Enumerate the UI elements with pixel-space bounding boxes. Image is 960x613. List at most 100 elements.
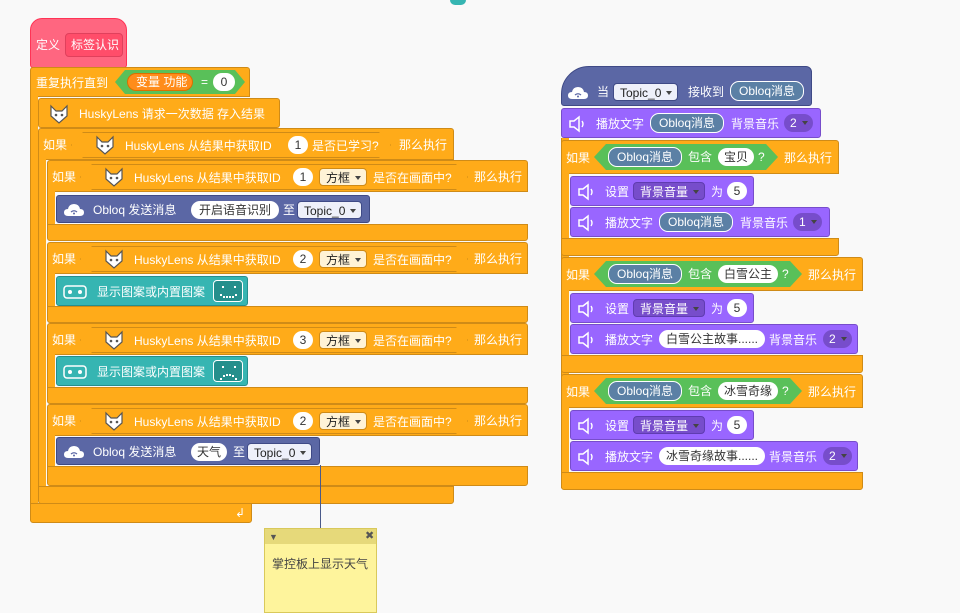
- repeat-until-block[interactable]: 重复执行直到 变量 功能 = 0: [30, 67, 250, 97]
- keyword-input[interactable]: 宝贝: [718, 148, 754, 166]
- if-label: 如果: [52, 170, 77, 184]
- id-input[interactable]: 2: [293, 412, 313, 430]
- define-block[interactable]: 定义 标签认识: [30, 18, 127, 68]
- case-footer-2: [561, 355, 863, 373]
- id-input[interactable]: 2: [293, 250, 313, 268]
- condition-suffix: 是否在画面中?: [373, 334, 452, 348]
- play-text-block-top[interactable]: 播放文字 Obloq消息 背景音乐 2: [561, 108, 821, 138]
- display-pattern-block-1[interactable]: 显示图案或内置图案: [56, 276, 248, 306]
- keyword-input[interactable]: 白雪公主: [718, 265, 778, 283]
- contains-condition[interactable]: Obloq消息 包含 白雪公主 ?: [594, 261, 802, 287]
- condition-suffix: 是否在画面中?: [373, 171, 452, 185]
- inner-if-footer-1: [47, 224, 528, 241]
- music-dropdown[interactable]: 2: [823, 447, 852, 465]
- id-input[interactable]: 1: [293, 168, 313, 186]
- obloq-message-reporter[interactable]: Obloq消息: [608, 264, 682, 284]
- if-contains-block-2[interactable]: 如果 Obloq消息 包含 白雪公主 ? 那么执行: [561, 257, 863, 291]
- shape-dropdown[interactable]: 方框: [319, 412, 367, 430]
- then-label: 那么执行: [808, 268, 857, 282]
- shape-dropdown[interactable]: 方框: [319, 250, 367, 268]
- inner-if-footer-2: [47, 306, 528, 323]
- in-frame-condition[interactable]: HuskyLens 从结果中获取ID 1 方框 是否在画面中?: [80, 164, 468, 190]
- music-dropdown[interactable]: 2: [823, 330, 852, 348]
- display-pattern-block-2[interactable]: 显示图案或内置图案: [56, 356, 248, 386]
- obloq-message-reporter[interactable]: Obloq消息: [608, 381, 682, 401]
- equals-condition[interactable]: 变量 功能 = 0: [115, 70, 245, 94]
- music-dropdown[interactable]: 1: [793, 213, 822, 231]
- obloq-message-reporter[interactable]: Obloq消息: [659, 212, 733, 232]
- board-icon: [63, 285, 87, 299]
- learned-condition[interactable]: HuskyLens 从结果中获取ID 1 是否已学习?: [71, 132, 391, 158]
- shape-dropdown[interactable]: 方框: [319, 168, 367, 186]
- led-matrix-preview[interactable]: [213, 280, 243, 302]
- in-frame-condition[interactable]: HuskyLens 从结果中获取ID 3 方框 是否在画面中?: [80, 327, 468, 353]
- volume-property-dropdown[interactable]: 背景音量: [633, 299, 706, 317]
- comment-header[interactable]: ▼ ✖: [265, 529, 376, 544]
- play-text-block-1[interactable]: 播放文字 Obloq消息 背景音乐 1: [570, 207, 830, 237]
- contains-label: 包含: [688, 384, 713, 398]
- speaker-icon: [578, 417, 593, 435]
- if-contains-block-1[interactable]: 如果 Obloq消息 包含 宝贝 ? 那么执行: [561, 140, 839, 174]
- repeat-value[interactable]: 0: [213, 73, 235, 91]
- topic-dropdown[interactable]: Topic_0: [297, 201, 363, 219]
- led-matrix-preview[interactable]: [213, 360, 243, 382]
- keyword-input[interactable]: 冰雪奇缘: [718, 382, 778, 400]
- topic-dropdown[interactable]: Topic_0: [247, 443, 313, 461]
- id-input[interactable]: 3: [293, 331, 313, 349]
- repeat-label: 重复执行直到: [36, 76, 109, 90]
- volume-value-input[interactable]: 5: [727, 416, 747, 434]
- contains-condition[interactable]: Obloq消息 包含 宝贝 ?: [594, 144, 778, 170]
- if-learned-block[interactable]: 如果 HuskyLens 从结果中获取ID 1 是否已学习? 那么执行: [38, 128, 454, 160]
- obloq-message-reporter[interactable]: Obloq消息: [608, 147, 682, 167]
- contains-condition[interactable]: Obloq消息 包含 冰雪奇缘 ?: [594, 378, 802, 404]
- display-label: 显示图案或内置图案: [97, 365, 206, 379]
- play-text-input[interactable]: 冰雪奇缘故事......: [659, 447, 765, 465]
- volume-property-dropdown[interactable]: 背景音量: [633, 416, 706, 434]
- speaker-icon: [578, 331, 593, 349]
- shape-dropdown[interactable]: 方框: [319, 331, 367, 349]
- to-label: 至: [283, 203, 296, 217]
- huskylens-request-block[interactable]: HuskyLens 请求一次数据 存入结果: [38, 98, 280, 128]
- inner-if-block-1[interactable]: 如果 HuskyLens 从结果中获取ID 1 方框 是否在画面中? 那么执行: [47, 160, 528, 192]
- music-dropdown[interactable]: 2: [784, 114, 813, 132]
- variable-reporter[interactable]: 变量 功能: [127, 73, 193, 91]
- inner-if-block-2[interactable]: 如果 HuskyLens 从结果中获取ID 2 方框 是否在画面中? 那么执行: [47, 242, 528, 274]
- obloq-message-reporter[interactable]: Obloq消息: [730, 81, 804, 101]
- play-text-block-3[interactable]: 播放文字 冰雪奇缘故事...... 背景音乐 2: [570, 441, 858, 471]
- obloq-message-reporter[interactable]: Obloq消息: [650, 113, 724, 133]
- volume-value-input[interactable]: 5: [727, 299, 747, 317]
- music-label: 背景音乐: [731, 117, 780, 131]
- message-input[interactable]: 开启语音识别: [191, 201, 279, 219]
- set-volume-block-2[interactable]: 设置 背景音量 为 5: [570, 293, 754, 323]
- if-label: 如果: [43, 138, 68, 152]
- in-frame-condition[interactable]: HuskyLens 从结果中获取ID 2 方框 是否在画面中?: [80, 408, 468, 434]
- obloq-send-block-2[interactable]: Obloq 发送消息 天气 至 Topic_0: [56, 437, 320, 465]
- comment-note[interactable]: ▼ ✖ 掌控板上显示天气: [264, 528, 377, 613]
- if-contains-block-3[interactable]: 如果 Obloq消息 包含 冰雪奇缘 ? 那么执行: [561, 374, 863, 408]
- cloud-wifi-icon: [568, 87, 588, 99]
- obloq-receive-hat[interactable]: 当 Topic_0 接收到 Obloq消息: [561, 66, 812, 106]
- comment-text[interactable]: 掌控板上显示天气: [272, 557, 368, 571]
- set-volume-block-1[interactable]: 设置 背景音量 为 5: [570, 176, 754, 206]
- topic-dropdown[interactable]: Topic_0: [613, 83, 679, 101]
- condition-label: HuskyLens 从结果中获取ID: [134, 171, 281, 185]
- volume-value-input[interactable]: 5: [727, 182, 747, 200]
- request-label: HuskyLens 请求一次数据 存入结果: [79, 107, 266, 121]
- define-name: 标签认识: [71, 38, 120, 52]
- speaker-icon: [578, 183, 593, 201]
- play-text-block-2[interactable]: 播放文字 白雪公主故事...... 背景音乐 2: [570, 324, 858, 354]
- set-volume-block-3[interactable]: 设置 背景音量 为 5: [570, 410, 754, 440]
- learned-id[interactable]: 1: [288, 136, 308, 154]
- inner-if-block-4[interactable]: 如果 HuskyLens 从结果中获取ID 2 方框 是否在画面中? 那么执行: [47, 404, 528, 436]
- obloq-send-block-1[interactable]: Obloq 发送消息 开启语音识别 至 Topic_0: [56, 195, 370, 223]
- volume-property-dropdown[interactable]: 背景音量: [633, 182, 706, 200]
- play-text-input[interactable]: 白雪公主故事......: [659, 330, 765, 348]
- in-frame-condition[interactable]: HuskyLens 从结果中获取ID 2 方框 是否在画面中?: [80, 246, 468, 272]
- message-input[interactable]: 天气: [191, 443, 227, 461]
- close-icon[interactable]: ✖: [365, 529, 374, 543]
- inner-if-block-3[interactable]: 如果 HuskyLens 从结果中获取ID 3 方框 是否在画面中? 那么执行: [47, 323, 528, 355]
- if-label: 如果: [52, 252, 77, 266]
- speaker-icon: [569, 115, 584, 133]
- learned-label: HuskyLens 从结果中获取ID: [125, 139, 272, 153]
- collapse-icon[interactable]: ▼: [269, 530, 278, 544]
